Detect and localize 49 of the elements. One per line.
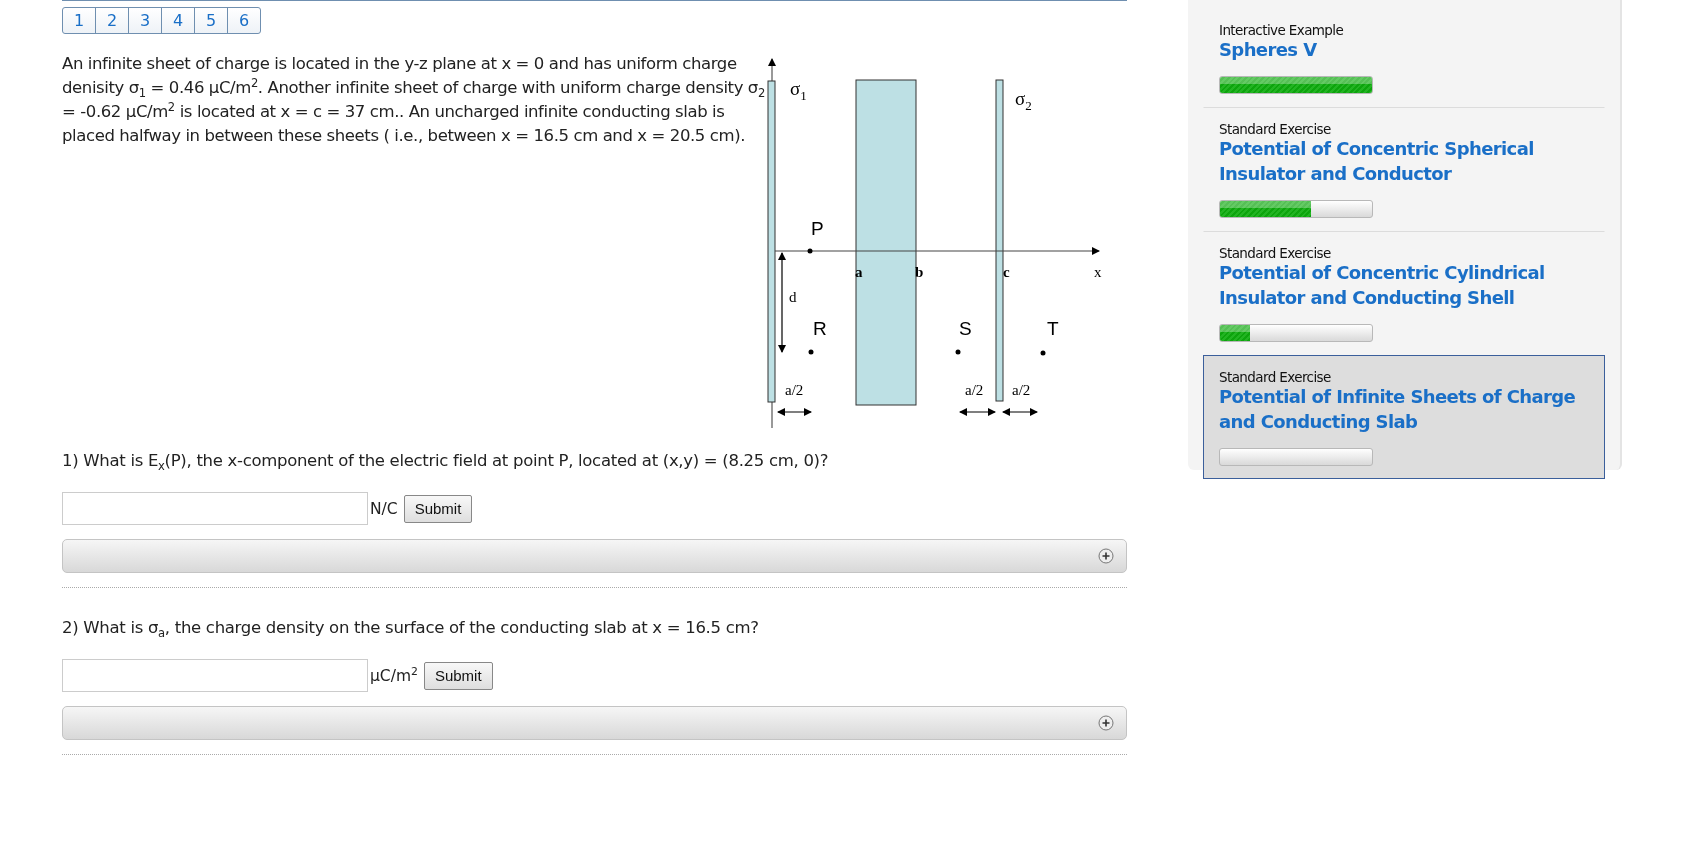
point-label: R (813, 318, 827, 339)
exercise-type: Standard Exercise (1219, 246, 1332, 260)
exercise-item[interactable]: Interactive Example Spheres V (1203, 8, 1605, 107)
diagram-label: a/2 (965, 382, 984, 398)
diagram-label: a (855, 264, 863, 280)
page-tab[interactable]: 1 (62, 7, 96, 34)
expand-icon[interactable] (1098, 715, 1114, 731)
question-text: 1) What is E$_{x}$(P), the x-component of the electric field at point P, located at (x,y) = (8.25 cm, 0)? (62, 451, 830, 470)
diagram-label: b (915, 264, 924, 280)
exercise-link[interactable]: Potential of Concentric Cylindrical Insulator and Conducting Shell (1219, 260, 1589, 310)
diagram-label: d (789, 289, 797, 305)
page-tab[interactable]: 5 (194, 7, 228, 34)
answer-field[interactable] (62, 492, 368, 525)
point-label: S (959, 318, 972, 339)
width-arrow (1002, 408, 1038, 416)
diagram-label: σ$_{1}$ (790, 78, 807, 103)
exercise-link[interactable]: Potential of Concentric Spherical Insulator and Conductor (1219, 136, 1589, 186)
exercise-type: Standard Exercise (1219, 370, 1332, 384)
submit-button[interactable]: Submit (423, 661, 493, 690)
diagram-label: a/2 (1012, 382, 1031, 398)
page-tab[interactable]: 2 (95, 7, 129, 34)
page-tab[interactable]: 4 (161, 7, 195, 34)
unit-label: μC/m$^{2}$ (370, 666, 418, 685)
unit-label: N/C (370, 499, 398, 518)
diagram-label: σ$_{2}$ (1015, 88, 1032, 113)
exercise-link[interactable]: Potential of Infinite Sheets of Charge and Conducting Slab (1219, 384, 1589, 434)
point-label: T (1047, 318, 1059, 339)
point-label: P (811, 218, 824, 239)
question-text: 2) What is σ$_{a}$, the charge density on the surface of the conducting slab at x = 16.5 cm? (62, 618, 760, 637)
problem-text: An infinite sheet of charge is located in the y-z plane at x = 0 and has uniform charge denisity σ$_{1}$ = 0.46 μC/m$^{2}$. Another infinite sheet of charge with uniform charge density σ$_{2}$ = -0.62 μC/m$^{2}$ is located at x = c = 37 cm.. An uncharged infinite conducting slab is placed halfway in between these sheets ( i.e., between x = 16.5 cm and x = 20.5 cm). (62, 53, 766, 147)
point-dot (1040, 350, 1046, 356)
expand-icon[interactable] (1098, 548, 1114, 564)
point-dot (808, 349, 814, 355)
page-tab[interactable]: 6 (227, 7, 261, 34)
diagram-label: x (1094, 264, 1102, 280)
submit-button[interactable]: Submit (403, 494, 473, 523)
answer-field[interactable] (62, 659, 368, 692)
page-tab[interactable]: 3 (128, 7, 162, 34)
point-dot (807, 248, 813, 254)
exercise-type: Standard Exercise (1219, 122, 1332, 136)
exercise-type: Interactive Example (1219, 23, 1345, 37)
width-arrow (959, 408, 996, 416)
exercise-item[interactable]: Standard Exercise Potential of Infinite Sheets of Charge and Conducting Slab (1203, 355, 1605, 479)
diagram-label: a/2 (785, 382, 804, 398)
diagram-label: c (1003, 264, 1010, 280)
exercise-item[interactable]: Standard Exercise Potential of Concentric Spherical Insulator and Conductor (1203, 107, 1605, 231)
point-dot (955, 349, 961, 355)
width-arrow (777, 408, 812, 416)
exercise-link[interactable]: Spheres V (1219, 37, 1589, 62)
